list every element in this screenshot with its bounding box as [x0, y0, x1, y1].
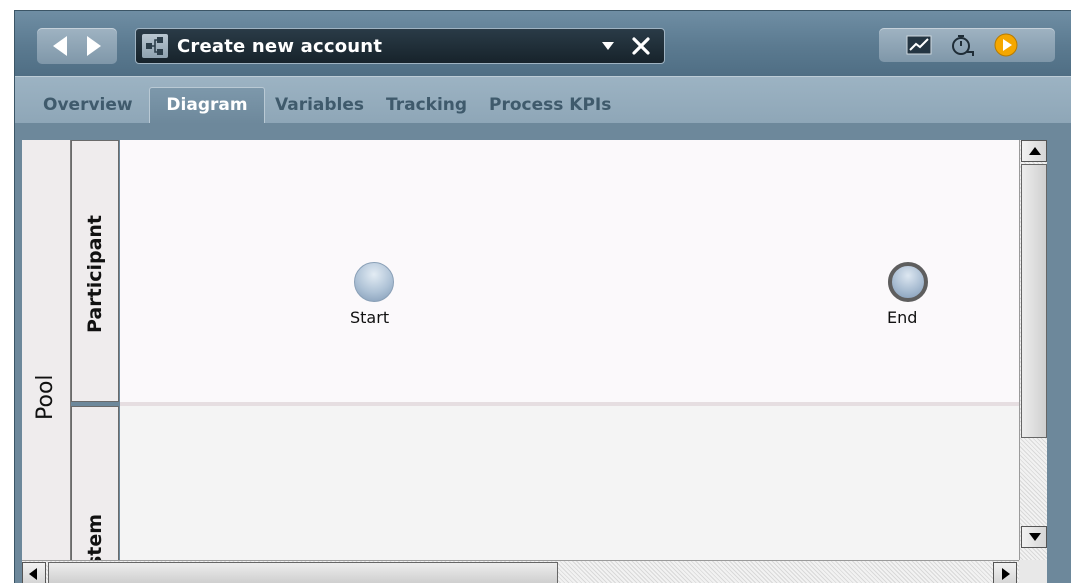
- tab-diagram[interactable]: Diagram: [149, 87, 265, 124]
- close-icon: [632, 37, 650, 55]
- horizontal-scrollbar[interactable]: [22, 560, 1019, 583]
- arrow-left-icon: [29, 568, 37, 580]
- end-event-label: End: [887, 308, 918, 327]
- scroll-down-button[interactable]: [1021, 526, 1047, 548]
- chart-icon: [906, 35, 932, 55]
- scroll-left-button[interactable]: [22, 562, 46, 583]
- end-event[interactable]: [888, 262, 928, 302]
- process-name: Create new account: [177, 36, 383, 57]
- tools-group: [879, 28, 1055, 62]
- arrow-left-icon: [53, 36, 67, 56]
- tab-variables[interactable]: Variables: [275, 95, 364, 115]
- scrollbar-corner: [1019, 560, 1047, 583]
- play-button[interactable]: [993, 32, 1021, 58]
- start-event-label: Start: [350, 308, 390, 327]
- close-button[interactable]: [628, 33, 654, 59]
- lane-system[interactable]: [120, 406, 1019, 566]
- diagram-canvas: Pool Participant stem Start End: [15, 123, 1071, 583]
- chart-button[interactable]: [905, 32, 933, 58]
- vertical-scroll-thumb[interactable]: [1021, 164, 1047, 438]
- chevron-down-icon[interactable]: [602, 42, 614, 50]
- navigation-group: [37, 28, 117, 64]
- forward-button[interactable]: [79, 31, 109, 61]
- lane-label-system: stem: [84, 513, 106, 566]
- start-event[interactable]: [354, 262, 394, 302]
- toolbar: Create new account: [15, 11, 1071, 76]
- lane-label-participant: Participant: [84, 214, 106, 333]
- tab-overview[interactable]: Overview: [43, 95, 133, 115]
- process-window: Create new account Overview Diagram Vari…: [14, 10, 1071, 583]
- lane-header-participant[interactable]: Participant: [71, 140, 119, 402]
- timer-icon: [952, 35, 974, 56]
- vertical-scrollbar[interactable]: [1019, 140, 1047, 566]
- arrow-right-icon: [1002, 568, 1010, 580]
- process-diagram-icon: [142, 34, 168, 58]
- pool-header[interactable]: Pool: [22, 140, 71, 566]
- tab-bar: Overview Diagram Variables Tracking Proc…: [15, 76, 1071, 124]
- horizontal-scroll-thumb[interactable]: [48, 562, 558, 583]
- timer-button[interactable]: [949, 32, 977, 58]
- tab-process-kpis[interactable]: Process KPIs: [489, 95, 611, 115]
- scroll-right-button[interactable]: [993, 562, 1017, 583]
- arrow-up-icon: [1029, 147, 1041, 155]
- lane-participant[interactable]: Start End: [120, 140, 1019, 402]
- process-selector[interactable]: Create new account: [135, 28, 665, 64]
- back-button[interactable]: [45, 31, 75, 61]
- arrow-down-icon: [1029, 533, 1041, 541]
- lane-header-system[interactable]: stem: [71, 406, 119, 566]
- scroll-up-button[interactable]: [1021, 140, 1047, 162]
- pool-label: Pool: [33, 374, 58, 420]
- play-icon: [994, 33, 1018, 57]
- tab-tracking[interactable]: Tracking: [386, 95, 467, 115]
- arrow-right-icon: [87, 36, 101, 56]
